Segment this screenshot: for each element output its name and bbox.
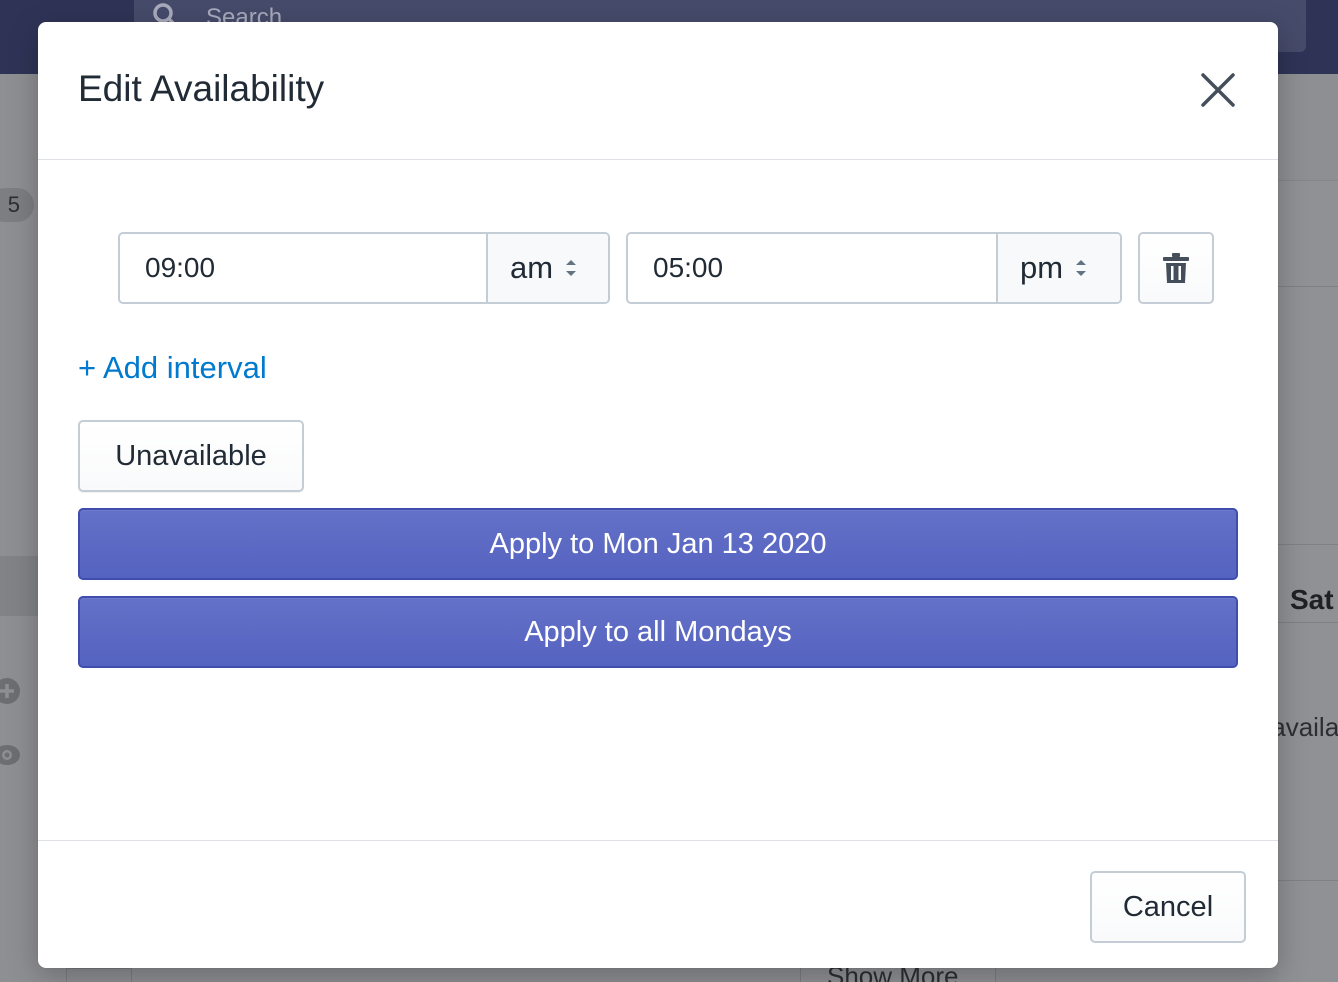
- edit-availability-modal: Edit Availability am pm: [38, 22, 1278, 968]
- close-x-icon: [1201, 73, 1235, 107]
- unavailable-button[interactable]: Unavailable: [78, 420, 304, 492]
- add-interval-link[interactable]: + Add interval: [78, 350, 267, 386]
- calendar-cell: [66, 968, 132, 982]
- divider: [1278, 880, 1338, 881]
- start-time-group: am: [118, 232, 610, 304]
- modal-header: Edit Availability: [38, 22, 1278, 160]
- close-button[interactable]: [1194, 66, 1242, 114]
- end-time-group: pm: [626, 232, 1122, 304]
- end-period-select[interactable]: pm: [996, 234, 1120, 302]
- apply-to-all-mondays-button[interactable]: Apply to all Mondays: [78, 596, 1238, 668]
- divider: [1278, 544, 1338, 545]
- end-period-value: pm: [1020, 250, 1064, 285]
- sidebar-count-badge: 5: [0, 188, 34, 222]
- start-period-value: am: [510, 250, 554, 285]
- calendar-column-header: Sat: [1290, 584, 1334, 615]
- calendar-panel: [1278, 180, 1338, 982]
- trash-icon: [1163, 253, 1189, 283]
- modal-footer: Cancel: [38, 840, 1278, 968]
- start-time-input[interactable]: [120, 234, 486, 302]
- plus-circle-icon: [0, 678, 20, 704]
- select-arrows-icon: [1076, 260, 1087, 276]
- divider: [1278, 286, 1338, 287]
- start-period-select[interactable]: am: [486, 234, 608, 302]
- calendar-cell-text: Unavailable: [1278, 712, 1338, 742]
- cancel-button[interactable]: Cancel: [1090, 871, 1246, 943]
- end-time-input[interactable]: [628, 234, 996, 302]
- eye-icon: [0, 745, 20, 765]
- apply-to-date-button[interactable]: Apply to Mon Jan 13 2020: [78, 508, 1238, 580]
- select-arrows-icon: [566, 260, 577, 276]
- calendar-cell: Unavailable: [1278, 706, 1338, 750]
- modal-title: Edit Availability: [78, 68, 325, 109]
- divider: [1278, 622, 1338, 623]
- delete-interval-button[interactable]: [1138, 232, 1214, 304]
